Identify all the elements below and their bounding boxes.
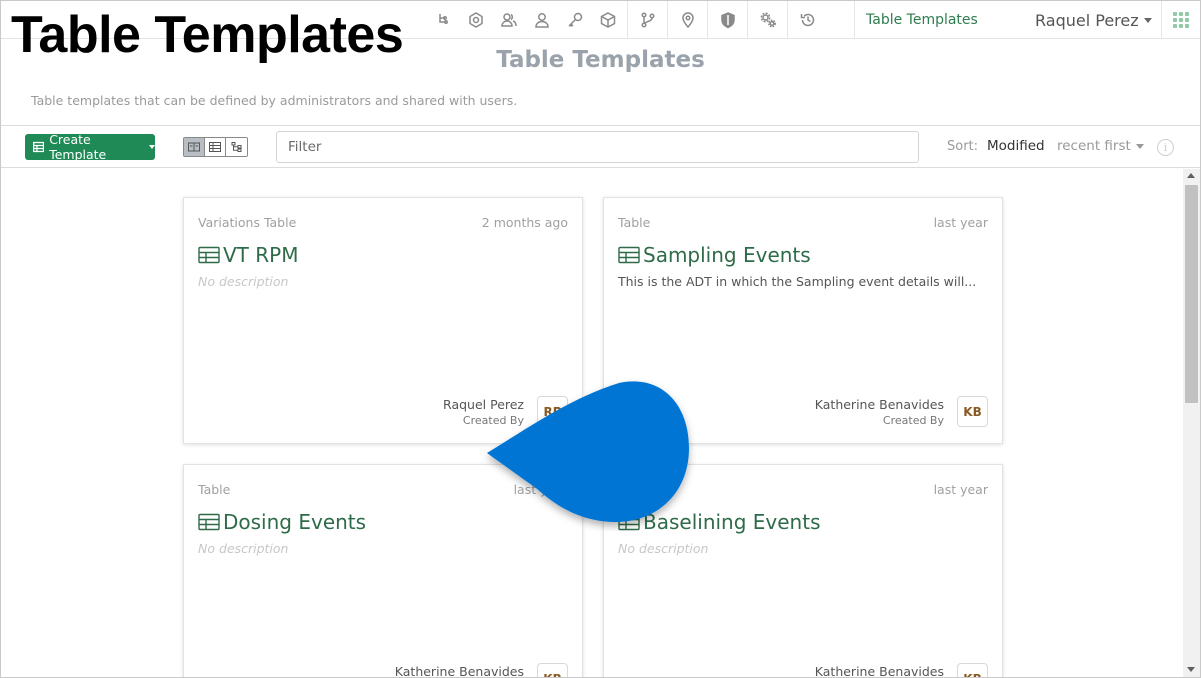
user-icon[interactable] (525, 1, 558, 39)
card-view-icon (188, 142, 200, 152)
card-description: No description (198, 541, 289, 556)
card-author: Katherine Benavides Created By (394, 664, 524, 678)
card-description: No description (618, 541, 709, 556)
author-role: Created By (882, 414, 944, 427)
author-name: Katherine Benavides (814, 664, 944, 678)
card-title[interactable]: Sampling Events (618, 243, 811, 267)
history-icon[interactable] (791, 1, 824, 39)
user-name: Raquel Perez (1035, 10, 1139, 30)
chevron-down-icon (1135, 143, 1144, 149)
card-timestamp: 2 months ago (481, 215, 568, 230)
sort-order-dropdown[interactable]: recent first (1057, 138, 1144, 154)
page-title: Table Templates (496, 47, 705, 73)
card-timestamp: last year (933, 482, 988, 497)
card-description: No description (198, 274, 289, 289)
avatar: KB (537, 663, 568, 677)
create-template-button[interactable]: Create Template (25, 132, 155, 162)
sort-order-label: recent first (1057, 138, 1131, 154)
info-icon[interactable]: i (1157, 139, 1174, 156)
card-view-button[interactable] (184, 138, 205, 156)
nav-divider (627, 1, 628, 39)
scroll-up-arrow[interactable] (1187, 173, 1195, 178)
cube-icon[interactable] (591, 1, 624, 39)
sort-field-select[interactable]: Modified (987, 138, 1045, 154)
nav-divider (747, 1, 748, 39)
view-mode-toggle (183, 137, 248, 157)
chevron-down-icon (149, 145, 155, 149)
nav-divider (707, 1, 708, 39)
location-icon[interactable] (671, 1, 704, 39)
avatar: KB (957, 663, 988, 677)
shield-icon[interactable] (711, 1, 744, 39)
tree-view-button[interactable] (226, 138, 247, 156)
hexagon-icon[interactable] (459, 1, 492, 39)
card-type: Table (198, 482, 231, 497)
branch-icon[interactable] (631, 1, 664, 39)
scroll-thumb[interactable] (1185, 185, 1198, 403)
vertical-scrollbar[interactable] (1183, 169, 1200, 677)
nav-icon-group (426, 1, 824, 39)
author-name: Katherine Benavides (814, 397, 944, 412)
table-icon (33, 141, 45, 153)
tree-icon[interactable] (426, 1, 459, 39)
table-view-button[interactable] (205, 138, 226, 156)
card-title[interactable]: VT RPM (198, 243, 298, 267)
tree-view-icon (231, 142, 241, 152)
page-description: Table templates that can be defined by a… (31, 93, 518, 108)
card-timestamp: last year (933, 215, 988, 230)
table-view-icon (209, 142, 221, 152)
card-author: Katherine Benavides Created By (814, 664, 944, 678)
filter-input[interactable] (276, 131, 919, 163)
current-page-link[interactable]: Table Templates (854, 1, 1014, 39)
user-menu[interactable]: Raquel Perez (1035, 1, 1152, 39)
card-type: Variations Table (198, 215, 297, 230)
table-icon (198, 513, 220, 531)
nav-divider (787, 1, 788, 39)
card-title-text: VT RPM (223, 243, 299, 267)
table-icon (618, 246, 640, 264)
sort-label: Sort: (947, 139, 979, 154)
chevron-down-icon (1143, 17, 1152, 23)
gears-icon[interactable] (751, 1, 784, 39)
users-icon[interactable] (492, 1, 525, 39)
table-icon (198, 246, 220, 264)
card-title-text: Dosing Events (223, 510, 367, 534)
pointer-marker-icon (487, 381, 689, 522)
apps-grid-icon[interactable] (1161, 1, 1199, 39)
author-name: Katherine Benavides (394, 664, 524, 678)
card-author: Katherine Benavides Created By (815, 397, 944, 427)
avatar: KB (957, 396, 988, 427)
key-icon[interactable] (558, 1, 591, 39)
nav-divider (667, 1, 668, 39)
scroll-down-arrow[interactable] (1187, 667, 1195, 672)
card-title[interactable]: Dosing Events (198, 510, 366, 534)
toolbar: Create Template Sort: Modified recent fi… (1, 125, 1200, 168)
card-title-text: Sampling Events (643, 243, 811, 267)
create-template-label: Create Template (49, 132, 107, 162)
card-description: This is the ADT in which the Sampling ev… (618, 274, 977, 289)
app-window: Table Templates Raquel Perez Table Templ… (0, 0, 1201, 678)
card-type: Table (618, 215, 651, 230)
